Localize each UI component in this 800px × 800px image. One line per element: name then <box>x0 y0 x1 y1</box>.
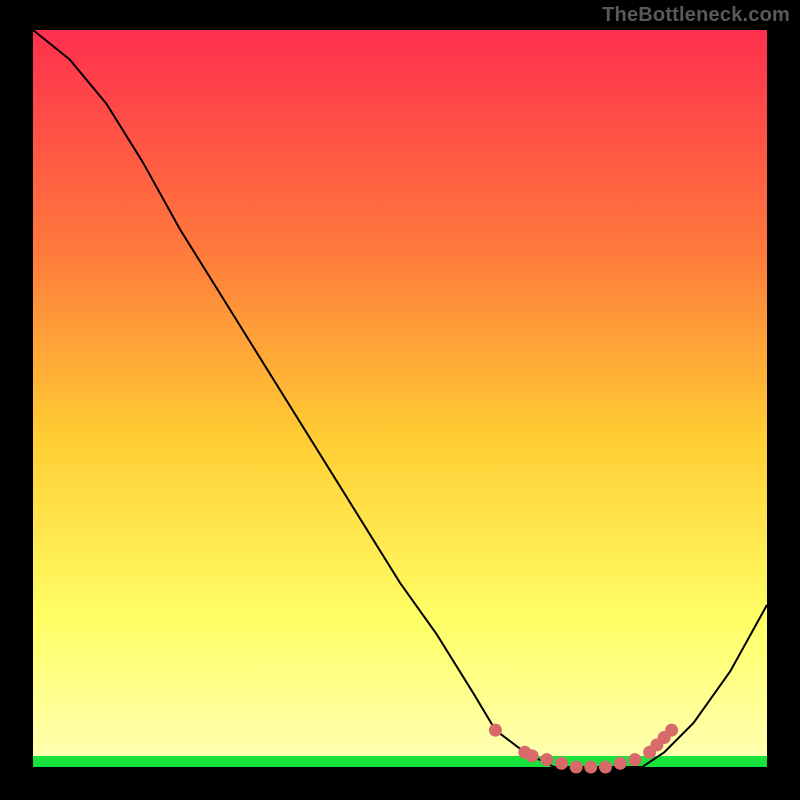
optimal-dot <box>489 724 502 737</box>
optimal-dot <box>526 749 539 762</box>
optimal-dot <box>628 753 641 766</box>
optimal-dot <box>555 757 568 770</box>
optimal-dot <box>614 757 627 770</box>
optimal-dot <box>570 761 583 774</box>
plot-area <box>33 30 767 767</box>
optimal-dot <box>584 761 597 774</box>
bottleneck-chart <box>0 0 800 800</box>
watermark-label: TheBottleneck.com <box>602 4 790 27</box>
optimal-dot <box>599 761 612 774</box>
optimal-dot <box>540 753 553 766</box>
optimal-dot <box>665 724 678 737</box>
chart-stage: TheBottleneck.com <box>0 0 800 800</box>
